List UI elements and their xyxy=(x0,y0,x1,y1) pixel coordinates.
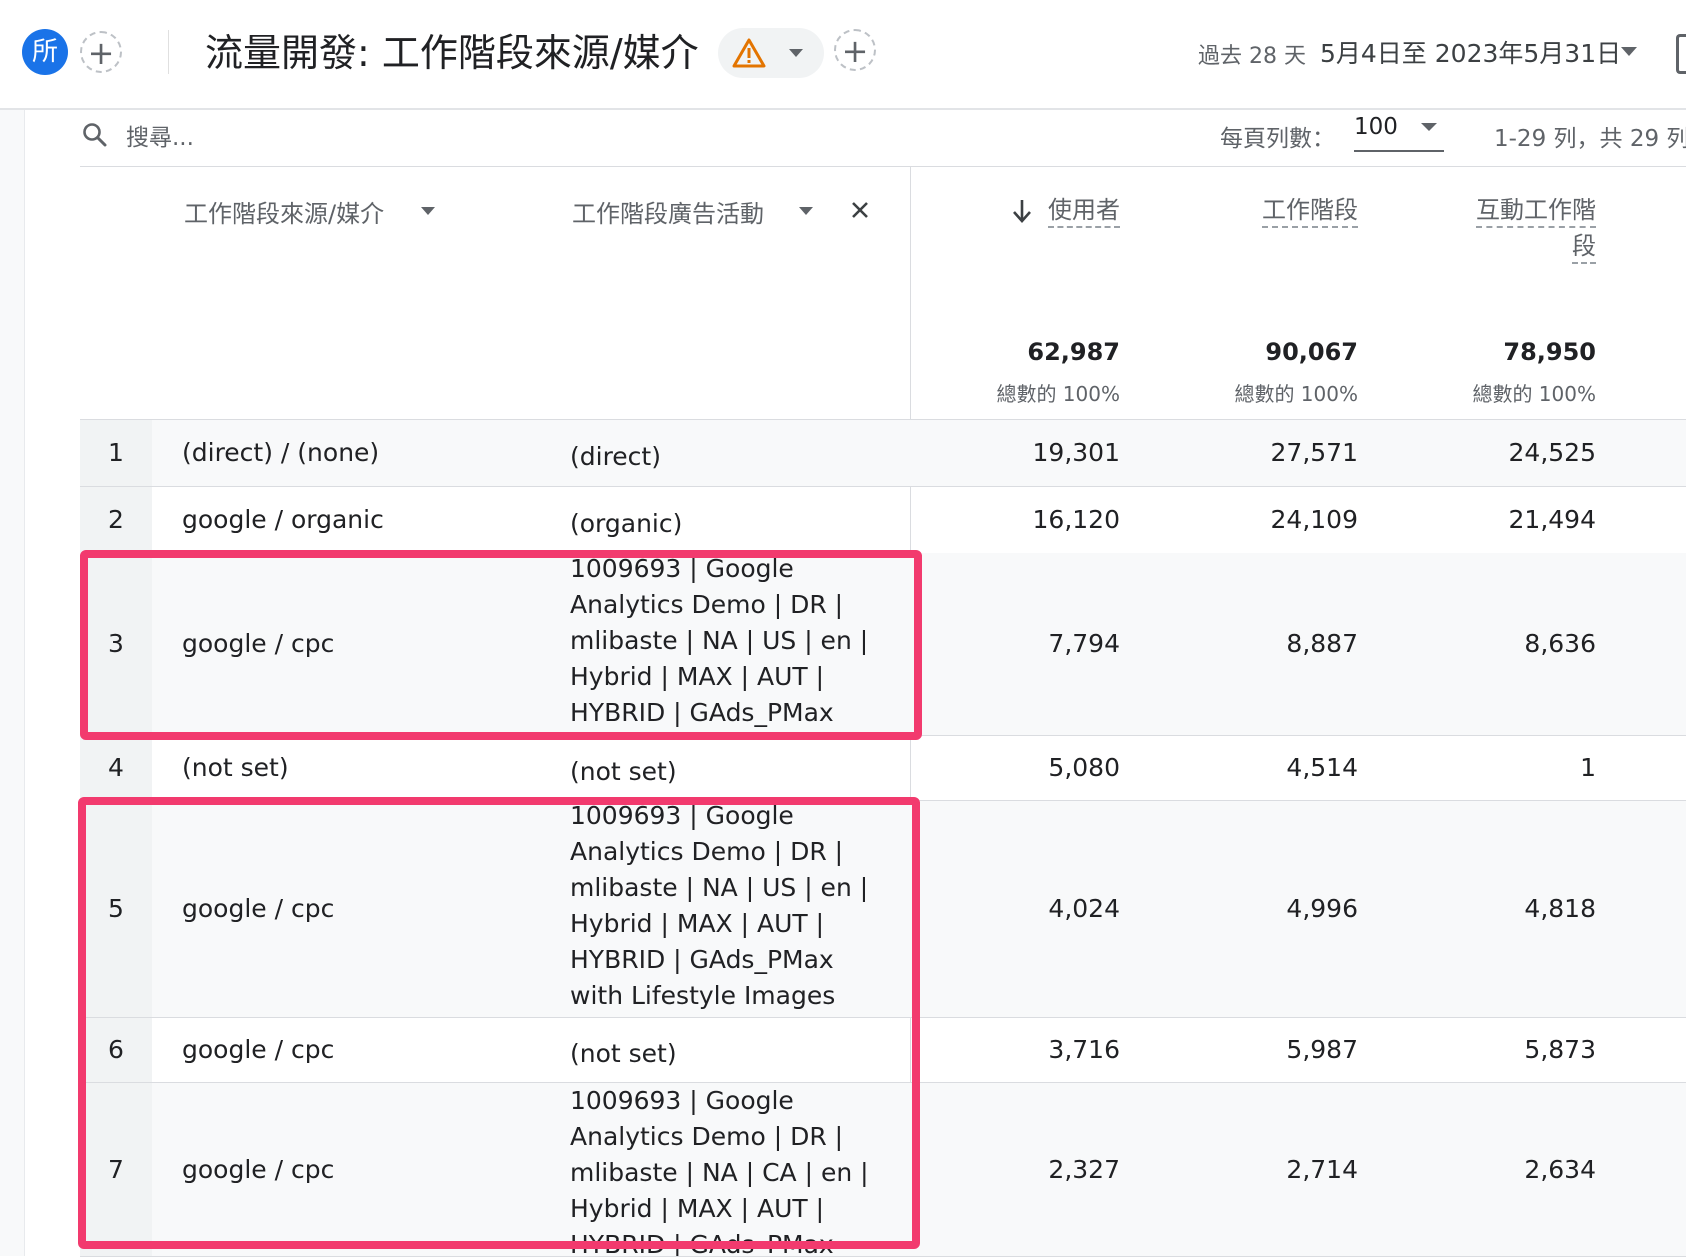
search-input[interactable]: 搜尋... xyxy=(126,118,194,152)
search-icon xyxy=(83,123,107,147)
users-value: 5,080 xyxy=(1048,753,1120,782)
engaged-value: 21,494 xyxy=(1508,505,1596,534)
rows-per-page-value: 100 xyxy=(1354,114,1398,140)
left-rail xyxy=(0,110,25,1256)
engaged-value: 1 xyxy=(1580,753,1596,782)
campaign-cell-clip: (organic) xyxy=(560,487,910,553)
sessions-value: 4,514 xyxy=(1286,753,1358,782)
rows-per-page-label: 每頁列數： xyxy=(1220,126,1335,152)
campaign-cell-clip: (not set) xyxy=(560,736,910,800)
chevron-down-icon[interactable] xyxy=(798,206,814,216)
metric-header-engaged-2[interactable]: 段 xyxy=(1440,226,1596,264)
source-medium-cell[interactable]: (direct) / (none) xyxy=(182,438,379,467)
campaign-cell[interactable]: (organic) xyxy=(570,506,890,542)
metric-header-users[interactable]: 使用者 xyxy=(1040,190,1120,228)
source-medium-cell[interactable]: google / organic xyxy=(182,505,384,534)
dimension-header-source[interactable]: 工作階段來源/媒介 xyxy=(184,194,384,229)
users-value: 2,327 xyxy=(1048,1154,1120,1184)
sessions-value: 4,996 xyxy=(1286,894,1358,923)
sessions-value: 8,887 xyxy=(1286,629,1358,658)
row-index: 1 xyxy=(108,438,124,467)
data-quality-button[interactable] xyxy=(718,28,824,78)
engaged-value: 24,525 xyxy=(1508,438,1596,467)
highlight-box-rows-5-7 xyxy=(78,797,920,1249)
metric-header-sessions[interactable]: 工作階段 xyxy=(1220,190,1358,228)
metric-header-sessions-label: 工作階段 xyxy=(1262,196,1358,228)
users-value: 19,301 xyxy=(1032,438,1120,467)
add-comparison-icon: + xyxy=(87,34,115,72)
report-header: 所 + 流量開發: 工作階段來源/媒介 + 過去 28 天 5月4日至 2023… xyxy=(0,0,1686,110)
engaged-value: 2,634 xyxy=(1524,1154,1596,1184)
dimension-header-campaign-label: 工作階段廣告活動 xyxy=(572,200,764,228)
page-title: 流量開發: 工作階段來源/媒介 xyxy=(205,31,699,75)
engaged-value: 8,636 xyxy=(1524,629,1596,658)
property-avatar[interactable]: 所 xyxy=(22,29,68,75)
sessions-value: 27,571 xyxy=(1270,438,1358,467)
engaged-value: 5,873 xyxy=(1524,1035,1596,1064)
close-icon[interactable] xyxy=(850,200,870,220)
total-users: 62,987 xyxy=(1027,338,1120,366)
sort-descending-icon[interactable] xyxy=(1012,198,1032,224)
users-value: 4,024 xyxy=(1048,894,1120,923)
pagination-info: 1-29 列，共 29 列 xyxy=(1494,126,1686,152)
engaged-value: 4,818 xyxy=(1524,894,1596,923)
metric-header-users-label: 使用者 xyxy=(1048,196,1120,228)
users-value: 16,120 xyxy=(1032,505,1120,534)
campaign-cell[interactable]: (direct) xyxy=(570,439,890,475)
chevron-down-icon xyxy=(789,49,803,57)
total-engaged-pct: 總數的 100% xyxy=(1472,382,1596,406)
source-medium-cell[interactable]: (not set) xyxy=(182,753,289,782)
date-dropdown-icon[interactable] xyxy=(1620,46,1638,57)
row-index: 4 xyxy=(108,753,124,782)
metric-header-engaged-label-2: 段 xyxy=(1572,232,1596,264)
users-value: 3,716 xyxy=(1048,1035,1120,1064)
total-engaged: 78,950 xyxy=(1503,338,1596,366)
campaign-cell[interactable]: (not set) xyxy=(570,754,890,790)
date-range[interactable]: 5月4日至 2023年5月31日 xyxy=(1320,34,1621,70)
add-report-button[interactable]: + xyxy=(834,29,876,71)
chevron-down-icon[interactable] xyxy=(420,206,436,216)
dimension-header-source-label: 工作階段來源/媒介 xyxy=(184,200,385,228)
total-sessions-pct: 總數的 100% xyxy=(1234,382,1358,406)
metric-header-engaged-label-1: 互動工作階 xyxy=(1476,196,1596,228)
total-users-pct: 總數的 100% xyxy=(996,382,1120,406)
warning-icon xyxy=(732,38,766,68)
sessions-value: 2,714 xyxy=(1286,1154,1358,1184)
add-icon: + xyxy=(841,32,869,70)
highlight-box-row-3 xyxy=(80,550,922,740)
row-index: 2 xyxy=(108,505,124,534)
users-value: 7,794 xyxy=(1048,629,1120,658)
metric-header-engaged[interactable]: 互動工作階 xyxy=(1440,190,1596,228)
date-preset-label[interactable]: 過去 28 天 xyxy=(1198,38,1306,70)
header-divider xyxy=(168,30,169,74)
total-sessions: 90,067 xyxy=(1265,338,1358,366)
add-comparison-button[interactable]: + xyxy=(80,31,122,73)
share-icon[interactable] xyxy=(1676,34,1686,74)
sessions-value: 24,109 xyxy=(1270,505,1358,534)
campaign-cell-clip: (direct) xyxy=(560,420,910,486)
toolbar-divider xyxy=(80,166,1686,167)
rows-per-page-chevron-icon xyxy=(1421,123,1437,131)
header-divider xyxy=(80,419,1686,420)
dimension-header-campaign[interactable]: 工作階段廣告活動 xyxy=(572,194,764,229)
sessions-value: 5,987 xyxy=(1286,1035,1358,1064)
